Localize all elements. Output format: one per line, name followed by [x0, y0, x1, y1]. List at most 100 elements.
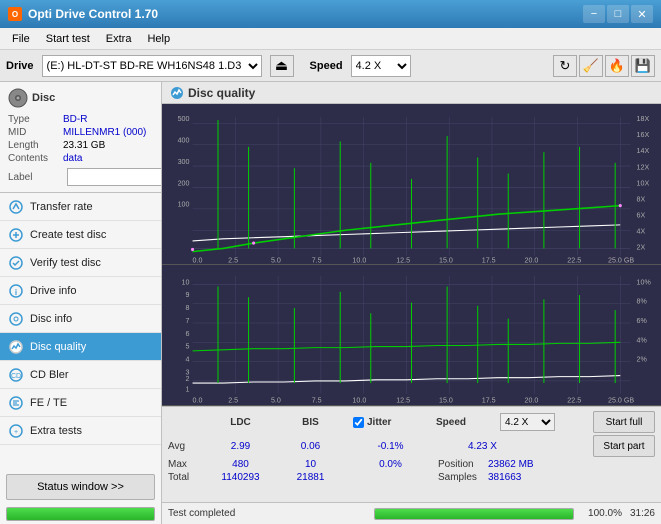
disc-label-row: Label ⚙	[8, 168, 153, 186]
col-header-bis: BIS	[278, 417, 343, 428]
svg-text:6%: 6%	[637, 316, 648, 325]
col-header-ldc: LDC	[203, 417, 278, 428]
fe-te-icon	[9, 396, 23, 410]
disc-mid-label: MID	[8, 127, 63, 138]
svg-text:+: +	[14, 429, 18, 436]
nav-cd-bler[interactable]: CD CD Bler	[0, 361, 161, 389]
svg-text:10.0: 10.0	[352, 255, 366, 264]
svg-text:10.0: 10.0	[352, 396, 366, 405]
nav-verify-test-disc[interactable]: Verify test disc	[0, 249, 161, 277]
nav-disc-quality-label: Disc quality	[30, 341, 86, 353]
menu-extra[interactable]: Extra	[98, 31, 140, 47]
progress-bar-bottom-fill	[375, 509, 573, 519]
avg-ldc: 2.99	[203, 441, 278, 452]
menu-start-test[interactable]: Start test	[38, 31, 98, 47]
time-display: 31:26	[630, 508, 655, 519]
nav-drive-info[interactable]: i Drive info	[0, 277, 161, 305]
jitter-col-header: Jitter	[367, 417, 432, 428]
toolbar-icons: ↻ 🧹 🔥 💾	[553, 55, 655, 77]
erase-button[interactable]: 🧹	[579, 55, 603, 77]
nav-fe-te[interactable]: FE / TE	[0, 389, 161, 417]
nav-transfer-rate[interactable]: Transfer rate	[0, 193, 161, 221]
speed-select-stats[interactable]: 4.2 X	[500, 413, 555, 431]
svg-text:2X: 2X	[637, 242, 646, 251]
status-window-button[interactable]: Status window >>	[6, 474, 155, 500]
svg-text:400: 400	[178, 135, 190, 144]
samples-value: 381663	[488, 472, 548, 483]
nav-extra-tests[interactable]: + Extra tests	[0, 417, 161, 445]
drive-select[interactable]: (E:) HL-DT-ST BD-RE WH16NS48 1.D3	[42, 55, 262, 77]
svg-text:2.5: 2.5	[228, 396, 238, 405]
cd-bler-icon: CD	[9, 368, 23, 382]
svg-text:16X: 16X	[637, 130, 650, 139]
charts-area: LDC Read speed Write speed	[162, 104, 661, 406]
jitter-checkbox[interactable]	[353, 417, 364, 428]
svg-text:14X: 14X	[637, 146, 650, 155]
progress-percent: 100.0%	[582, 508, 622, 519]
close-button[interactable]: ✕	[631, 5, 653, 23]
eject-button[interactable]: ⏏	[270, 55, 294, 77]
total-label: Total	[168, 472, 203, 483]
app-icon: O	[8, 7, 22, 21]
disc-length-row: Length 23.31 GB	[8, 140, 153, 151]
svg-text:1: 1	[186, 385, 190, 394]
sidebar-progress-bar	[6, 507, 155, 521]
title-bar-left: O Opti Drive Control 1.70	[8, 7, 158, 21]
start-part-button[interactable]: Start part	[593, 435, 655, 457]
menu-file[interactable]: File	[4, 31, 38, 47]
nav-transfer-rate-label: Transfer rate	[30, 201, 93, 213]
save-button[interactable]: 💾	[631, 55, 655, 77]
menu-help[interactable]: Help	[139, 31, 178, 47]
svg-text:5: 5	[186, 342, 190, 351]
nav-extra-tests-label: Extra tests	[30, 425, 82, 437]
extra-tests-icon: +	[9, 424, 23, 438]
avg-speed: 4.23 X	[468, 441, 528, 452]
disc-header: Disc	[8, 88, 153, 108]
svg-text:15.0: 15.0	[439, 396, 453, 405]
position-label: Position	[438, 459, 488, 470]
disc-info-icon	[9, 312, 23, 326]
nav-disc-quality[interactable]: Disc quality	[0, 333, 161, 361]
bottom-chart: BIS Jitter	[162, 265, 661, 406]
avg-label: Avg	[168, 441, 203, 452]
total-ldc: 1140293	[203, 472, 278, 483]
minimize-button[interactable]: −	[583, 5, 605, 23]
svg-text:8: 8	[186, 303, 190, 312]
avg-bis: 0.06	[278, 441, 343, 452]
disc-label-label: Label	[8, 172, 63, 183]
svg-text:5.0: 5.0	[271, 255, 281, 264]
maximize-button[interactable]: □	[607, 5, 629, 23]
disc-type-label: Type	[8, 114, 63, 125]
speed-select[interactable]: 4.2 X	[351, 55, 411, 77]
svg-text:CD: CD	[11, 373, 21, 380]
svg-text:22.5: 22.5	[567, 396, 581, 405]
disc-title: Disc	[32, 92, 55, 104]
progress-bar-bottom	[374, 508, 574, 520]
svg-text:6X: 6X	[637, 210, 646, 219]
total-bis: 21881	[278, 472, 343, 483]
bottom-status-bar: Test completed 100.0% 31:26	[162, 502, 661, 524]
svg-text:22.5: 22.5	[567, 255, 581, 264]
svg-text:7: 7	[186, 316, 190, 325]
refresh-button[interactable]: ↻	[553, 55, 577, 77]
disc-icon	[8, 88, 28, 108]
svg-text:i: i	[15, 288, 17, 297]
start-full-button[interactable]: Start full	[593, 411, 655, 433]
disc-label-input[interactable]	[67, 168, 162, 186]
bottom-chart-svg: 10 9 8 7 6 5 4 3 2 1 10% 8% 6% 4% 2%	[162, 265, 661, 405]
nav-create-test-disc[interactable]: Create test disc	[0, 221, 161, 249]
stats-header: LDC BIS Jitter Speed 4.2 X Start full	[168, 411, 655, 433]
svg-text:10: 10	[182, 278, 190, 287]
disc-contents-value: data	[63, 153, 82, 164]
right-panel: Disc quality LDC Read speed	[162, 82, 661, 524]
drive-label: Drive	[6, 60, 34, 72]
nav-disc-info[interactable]: Disc info	[0, 305, 161, 333]
svg-text:4: 4	[186, 355, 190, 364]
disc-length-label: Length	[8, 140, 63, 151]
title-bar: O Opti Drive Control 1.70 − □ ✕	[0, 0, 661, 28]
svg-text:2.5: 2.5	[228, 255, 238, 264]
max-label: Max	[168, 459, 203, 470]
max-jitter: 0.0%	[353, 459, 428, 470]
burn-button[interactable]: 🔥	[605, 55, 629, 77]
chart-header-icon	[170, 86, 184, 100]
